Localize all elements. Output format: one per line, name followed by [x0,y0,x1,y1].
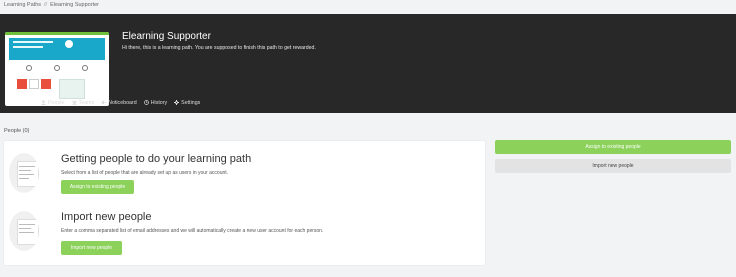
tab-noticeboard[interactable]: Noticeboard [101,98,137,107]
existing-people-title: Getting people to do your learning path [61,153,252,165]
tab-settings-label: Settings [181,99,201,106]
import-new-people-button[interactable]: Import new people [61,241,122,255]
breadcrumb: Learning Paths//Elearning Supporter [4,2,99,8]
tab-content[interactable]: Content [7,98,34,107]
sidebar-assign-existing-button[interactable]: Assign to existing people [495,140,731,154]
tab-teams[interactable]: Teams [71,98,95,107]
gear-icon [174,100,180,105]
page-subtitle: Hi there, this is a learning path. You a… [122,45,316,51]
group-icon [71,100,77,105]
tab-people-label: People [48,99,65,106]
import-people-illustration [9,211,39,251]
existing-people-description: Select from a list of people that are al… [61,170,229,176]
tab-noticeboard-label: Noticeboard [108,99,137,106]
sidebar-import-new-button[interactable]: Import new people [495,159,731,173]
import-people-title: Import new people [61,211,152,223]
breadcrumb-learning-paths[interactable]: Learning Paths [4,2,41,8]
bullhorn-icon [101,100,107,105]
existing-people-illustration [9,153,39,193]
import-people-description: Enter a comma separated list of email ad… [61,228,324,234]
tab-history[interactable]: History [143,98,168,107]
tab-people[interactable]: People [41,98,65,107]
breadcrumb-current[interactable]: Elearning Supporter [50,2,99,8]
assign-existing-button[interactable]: Assign to existing people [61,180,134,194]
tab-content-label: Content [14,99,35,106]
people-onboarding-panel: Getting people to do your learning path … [4,141,485,265]
person-icon [41,100,47,105]
tab-teams-label: Teams [78,99,95,106]
page-title: Elearning Supporter [122,31,211,42]
tab-history-label: History [150,99,168,106]
tab-settings[interactable]: Settings [174,98,200,107]
people-count-label: People (0) [4,128,30,134]
tab-bar: Content People Teams Noticeboard History… [0,98,200,107]
history-icon [143,100,149,105]
learning-path-thumbnail [5,32,109,106]
list-icon [7,100,12,105]
breadcrumb-separator: // [44,2,48,8]
